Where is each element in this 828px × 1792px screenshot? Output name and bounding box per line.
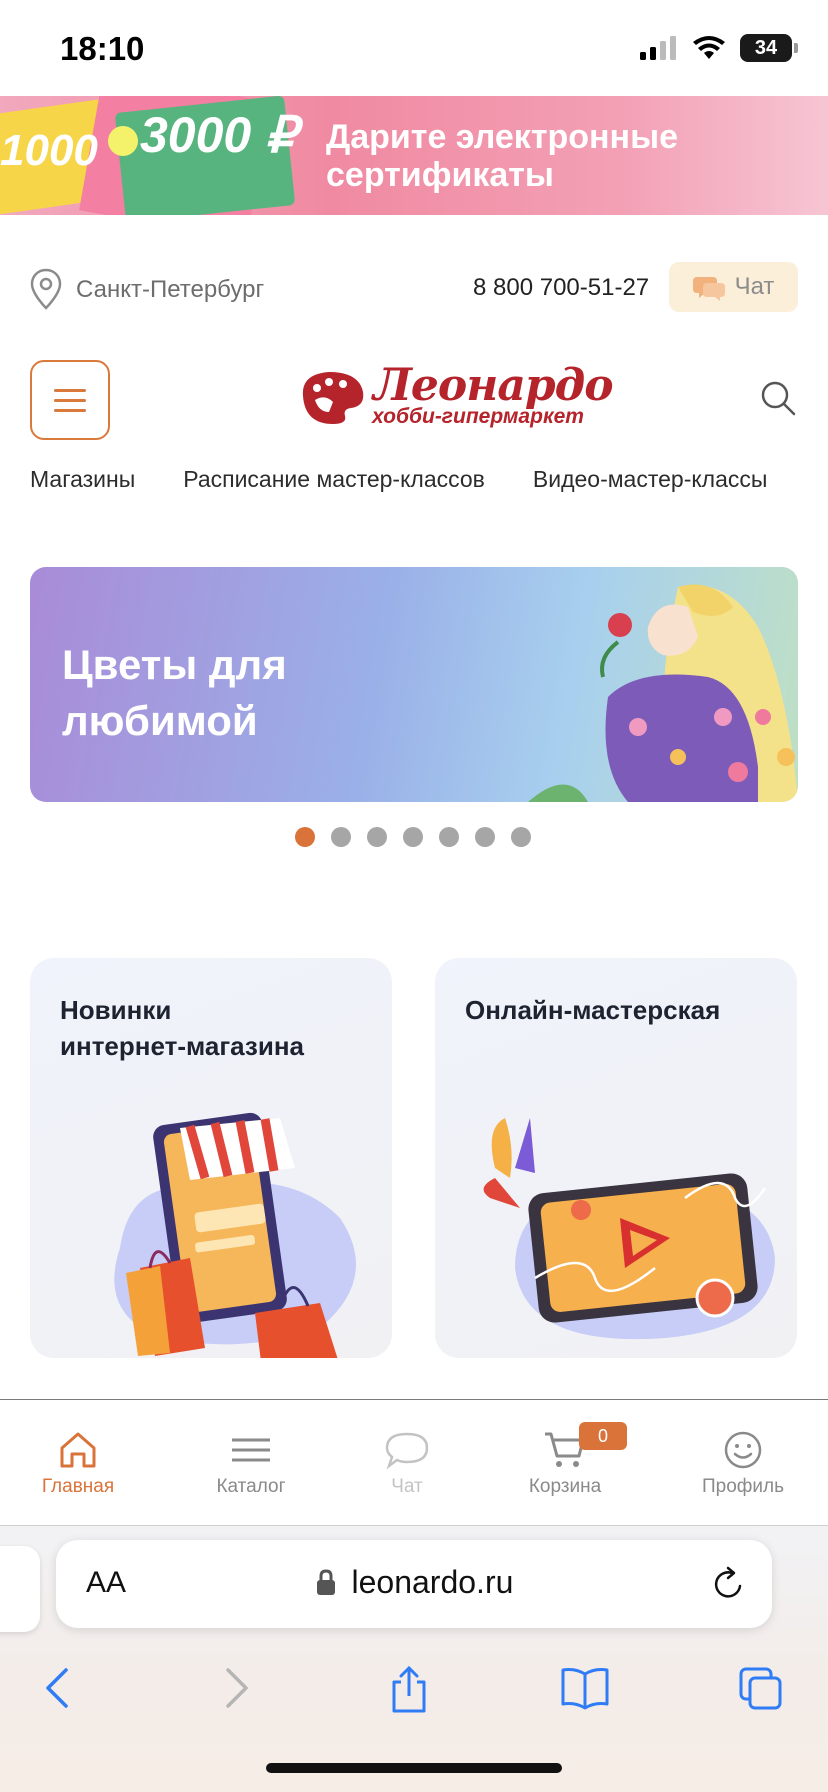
nav-item-class-schedule[interactable]: Расписание мастер-классов bbox=[183, 466, 485, 493]
city-selector[interactable]: Санкт-Петербург bbox=[76, 276, 264, 304]
home-indicator bbox=[266, 1763, 562, 1773]
hamburger-icon bbox=[54, 398, 86, 402]
tab-home[interactable]: Главная bbox=[8, 1430, 148, 1498]
lock-icon bbox=[316, 1569, 335, 1595]
carousel-dot[interactable] bbox=[511, 827, 531, 847]
status-bar: 18:10 34 bbox=[0, 0, 828, 96]
phone-link[interactable]: 8 800 700-51-27 bbox=[473, 274, 649, 302]
tab-catalog-label: Каталог bbox=[216, 1476, 286, 1497]
hero-banner[interactable]: Цветы для любимой bbox=[30, 567, 798, 802]
video-tablet-illustration bbox=[483, 1118, 775, 1340]
location-row: Санкт-Петербург 8 800 700-51-27 Чат bbox=[0, 262, 828, 316]
carousel-dot[interactable] bbox=[439, 827, 459, 847]
safari-toolbar: AA leonardo.ru bbox=[0, 1526, 828, 1792]
carousel-dot[interactable] bbox=[331, 827, 351, 847]
hero-title: Цветы для любимой bbox=[62, 637, 362, 749]
gift-certificate-banner[interactable]: 1000 3000 ₽ Дарите электронные сертифика… bbox=[0, 96, 828, 215]
home-icon bbox=[60, 1432, 96, 1468]
previous-tab-preview[interactable] bbox=[0, 1546, 40, 1632]
carousel-dot[interactable] bbox=[403, 827, 423, 847]
bookmarks-icon[interactable] bbox=[560, 1666, 610, 1710]
logo-subtitle: хобби-гипермаркет bbox=[372, 405, 584, 428]
tab-chat[interactable]: Чат bbox=[337, 1430, 477, 1498]
location-pin-icon[interactable] bbox=[30, 268, 62, 310]
cart-count-badge: 0 bbox=[579, 1422, 627, 1450]
promo-dot-decor bbox=[108, 126, 138, 156]
card-title-line1: Новинки bbox=[60, 995, 172, 1025]
share-icon[interactable] bbox=[389, 1666, 429, 1714]
card-title: Онлайн-мастерская bbox=[465, 992, 720, 1028]
hero-title-line1: Цветы для bbox=[62, 641, 287, 688]
chat-label: Чат bbox=[734, 273, 775, 300]
bottom-tab-bar: Главная Каталог Чат Корзина 0 Профиль bbox=[0, 1399, 828, 1526]
card-title: Новинки интернет-магазина bbox=[60, 992, 304, 1064]
promo-amount-left: 1000 bbox=[0, 126, 98, 175]
nav-item-video-classes[interactable]: Видео-мастер-классы bbox=[533, 466, 768, 493]
profile-icon bbox=[724, 1431, 762, 1469]
search-icon[interactable] bbox=[758, 378, 798, 418]
safari-nav-tools bbox=[0, 1656, 828, 1736]
palette-hand-logo-icon bbox=[302, 372, 364, 424]
chat-icon bbox=[385, 1432, 429, 1470]
logo[interactable]: Леонардо хобби-гипермаркет bbox=[295, 360, 615, 432]
hamburger-icon bbox=[54, 388, 86, 392]
tabs-icon[interactable] bbox=[738, 1666, 784, 1712]
menu-button[interactable] bbox=[30, 360, 110, 440]
status-time: 18:10 bbox=[60, 30, 145, 67]
card-title-line2: интернет-магазина bbox=[60, 1031, 305, 1061]
catalog-icon bbox=[232, 1438, 270, 1462]
chat-button[interactable]: Чат bbox=[669, 262, 798, 312]
url-display[interactable]: leonardo.ru bbox=[56, 1564, 772, 1601]
girl-with-flower-illustration bbox=[528, 584, 798, 802]
forward-icon[interactable] bbox=[222, 1666, 252, 1710]
promo-text: Дарите электронные сертификаты bbox=[326, 118, 678, 194]
phone-shop-illustration bbox=[114, 1112, 357, 1358]
tab-chat-label: Чат bbox=[391, 1476, 423, 1497]
tab-cart-label: Корзина bbox=[528, 1476, 602, 1497]
card-online-workshop[interactable]: Онлайн-мастерская bbox=[435, 958, 797, 1358]
nav-item-stores[interactable]: Магазины bbox=[30, 466, 135, 493]
tab-profile[interactable]: Профиль bbox=[673, 1430, 813, 1498]
tab-cart[interactable]: Корзина 0 bbox=[495, 1422, 635, 1498]
address-bar[interactable]: AA leonardo.ru bbox=[56, 1540, 772, 1628]
logo-name: Леонардо bbox=[373, 360, 614, 411]
promo-amount-right: 3000 ₽ bbox=[140, 107, 297, 163]
carousel-dot[interactable] bbox=[475, 827, 495, 847]
cellular-signal-icon bbox=[640, 36, 676, 60]
chat-bubbles-icon bbox=[692, 277, 725, 301]
carousel-dot[interactable] bbox=[367, 827, 387, 847]
card-new-products[interactable]: Новинки интернет-магазина bbox=[30, 958, 392, 1358]
battery-indicator: 34 bbox=[740, 34, 798, 62]
carousel-dot-active[interactable] bbox=[295, 827, 315, 847]
promo-text-line1: Дарите электронные bbox=[326, 118, 679, 156]
hero-title-line2: любимой bbox=[62, 697, 258, 744]
carousel-pagination bbox=[295, 827, 531, 847]
back-icon[interactable] bbox=[42, 1666, 72, 1710]
promo-text-line2: сертификаты bbox=[326, 156, 554, 194]
wifi-icon bbox=[693, 36, 725, 59]
hamburger-icon bbox=[54, 408, 86, 412]
reload-icon[interactable] bbox=[712, 1566, 746, 1602]
top-nav: Магазины Расписание мастер-классов Видео… bbox=[30, 466, 767, 493]
status-icons: 34 bbox=[640, 34, 798, 62]
tab-catalog[interactable]: Каталог bbox=[181, 1430, 321, 1498]
tab-home-label: Главная bbox=[41, 1476, 115, 1497]
tab-profile-label: Профиль bbox=[701, 1476, 785, 1497]
card-title-line1: Онлайн-мастерская bbox=[465, 995, 721, 1025]
url-text: leonardo.ru bbox=[351, 1564, 514, 1600]
